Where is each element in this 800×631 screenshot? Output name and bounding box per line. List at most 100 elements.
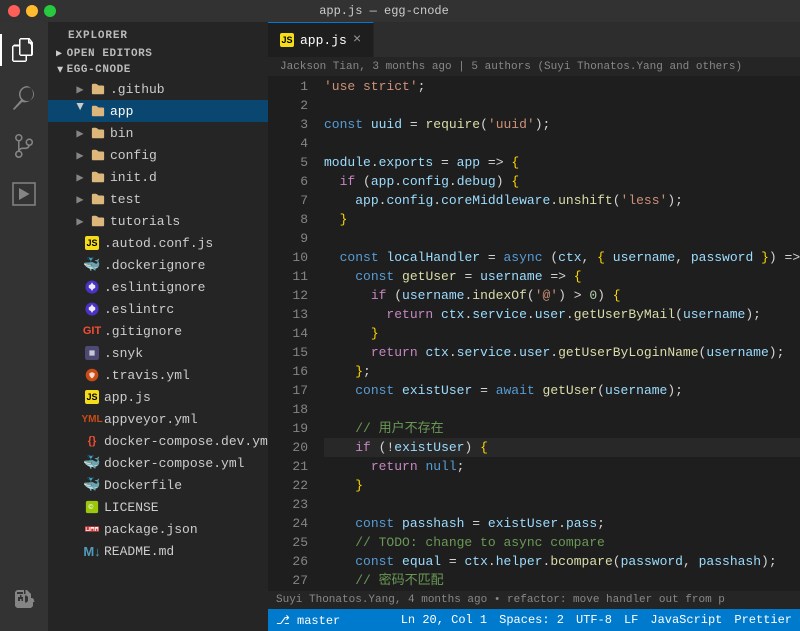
tree-item-appjs[interactable]: JS app.js [48,386,268,408]
code-area[interactable]: 'use strict'; const uuid = require('uuid… [316,77,800,591]
code-line: return ctx.service.user.getUserByLoginNa… [324,343,800,362]
tree-item-app[interactable]: ▶ app [48,100,268,122]
tree-item-docker-compose[interactable]: 🐳 docker-compose.yml [48,452,268,474]
status-encoding[interactable]: UTF-8 [576,613,612,627]
activity-run[interactable] [0,170,48,218]
yml-file-icon: YML [84,411,100,427]
tab-close-button[interactable]: × [353,33,361,47]
code-line: // 用户不存在 [324,419,800,438]
minimize-button[interactable] [26,5,38,17]
tree-label: package.json [104,522,198,537]
status-eol[interactable]: LF [624,613,638,627]
line-number: 19 [268,419,308,438]
line-number: 14 [268,324,308,343]
code-line: // 密码不匹配 [324,571,800,590]
line-number: 1 [268,77,308,96]
tree-item-license[interactable]: © LICENSE [48,496,268,518]
tree-item-travis[interactable]: .travis.yml [48,364,268,386]
activity-extensions[interactable] [0,575,48,623]
maximize-button[interactable] [44,5,56,17]
tree-item-package-json[interactable]: package.json [48,518,268,540]
tree-item-snyk[interactable]: .snyk [48,342,268,364]
folder-icon [90,191,106,207]
tree-label: tutorials [110,214,180,229]
tree-label: .snyk [104,346,143,361]
status-language[interactable]: JavaScript [650,613,722,627]
code-line: const uuid = require('uuid'); [324,115,800,134]
tree-item-eslintignore[interactable]: .eslintignore [48,276,268,298]
line-numbers: 1234567891011121314151617181920212223242… [268,77,316,591]
js-file-icon: JS [84,235,100,251]
tab-appjs[interactable]: JS app.js × [268,22,374,57]
tree-item-test[interactable]: ▶ test [48,188,268,210]
close-button[interactable] [8,5,20,17]
activity-bar [0,22,48,631]
tree-label: appveyor.yml [104,412,198,427]
activity-source-control[interactable] [0,122,48,170]
tree-label: docker-compose.yml [104,456,244,471]
tree-label: .github [110,82,165,97]
tree-label: docker-compose.dev.yml [104,434,268,449]
section-egg-cnode[interactable]: ▶ EGG-CNODE [48,62,268,78]
chevron-icon: ▶ [72,191,88,207]
docker-compose-icon: 🐳 [84,455,100,471]
code-line: } [324,210,800,229]
git-file-icon: GIT [84,323,100,339]
chevron-icon: ▶ [72,81,88,97]
chevron-icon: ▶ [72,125,88,141]
status-spaces[interactable]: Spaces: 2 [499,613,564,627]
tree-item-dockerfile[interactable]: 🐳 Dockerfile [48,474,268,496]
tab-label: app.js [300,33,347,48]
tree-label: .travis.yml [104,368,190,383]
tree-item-config[interactable]: ▶ config [48,144,268,166]
activity-search[interactable] [0,74,48,122]
tree-item-docker-compose-dev[interactable]: {} docker-compose.dev.yml [48,430,268,452]
folder-open-icon [90,103,106,119]
blame-text: Jackson Tian, 3 months ago | 5 authors (… [280,61,742,73]
tree-item-eslintrc[interactable]: .eslintrc [48,298,268,320]
docker-compose-dev-icon: {} [84,433,100,449]
tree-item-initd[interactable]: ▶ init.d [48,166,268,188]
section-open-editors-label: OPEN EDITORS [67,48,153,60]
line-number: 24 [268,514,308,533]
status-position[interactable]: Ln 20, Col 1 [401,613,487,627]
tree-item-dockerignore[interactable]: 🐳 .dockerignore [48,254,268,276]
line-number: 26 [268,552,308,571]
blame-bar: Jackson Tian, 3 months ago | 5 authors (… [268,57,800,77]
tree-item-bin[interactable]: ▶ bin [48,122,268,144]
section-open-editors[interactable]: ▶ OPEN EDITORS [48,46,268,62]
tree-item-readme[interactable]: M↓ README.md [48,540,268,562]
line-number: 11 [268,267,308,286]
tree-item-tutorials[interactable]: ▶ tutorials [48,210,268,232]
line-number: 9 [268,229,308,248]
snyk-file-icon [84,345,100,361]
tree-label: bin [110,126,133,141]
line-number: 17 [268,381,308,400]
status-formatter[interactable]: Prettier [734,613,792,627]
line-number: 2 [268,96,308,115]
status-bar: ⎇ master Ln 20, Col 1 Spaces: 2 UTF-8 LF… [268,609,800,631]
code-line: const passhash = existUser.pass; [324,514,800,533]
tree-label: .gitignore [104,324,182,339]
title-bar: app.js — egg-cnode [0,0,800,22]
tree-label: config [110,148,157,163]
tree-item-gitignore[interactable]: GIT .gitignore [48,320,268,342]
status-branch[interactable]: ⎇ master [276,613,340,628]
code-line [324,134,800,153]
line-number: 25 [268,533,308,552]
code-line: const equal = ctx.helper.bcompare(passwo… [324,552,800,571]
content-area: JS app.js × Jackson Tian, 3 months ago |… [268,22,800,631]
tree-item-autod[interactable]: JS .autod.conf.js [48,232,268,254]
chevron-icon: ▶ [72,213,88,229]
line-number: 8 [268,210,308,229]
code-line [324,96,800,115]
activity-explorer[interactable] [0,26,48,74]
line-number: 13 [268,305,308,324]
md-file-icon: M↓ [84,543,100,559]
tree-item-github[interactable]: ▶ .github [48,78,268,100]
tree-item-appveyor[interactable]: YML appveyor.yml [48,408,268,430]
line-number: 7 [268,191,308,210]
line-number: 16 [268,362,308,381]
line-number: 6 [268,172,308,191]
status-right: Ln 20, Col 1 Spaces: 2 UTF-8 LF JavaScri… [401,613,792,627]
